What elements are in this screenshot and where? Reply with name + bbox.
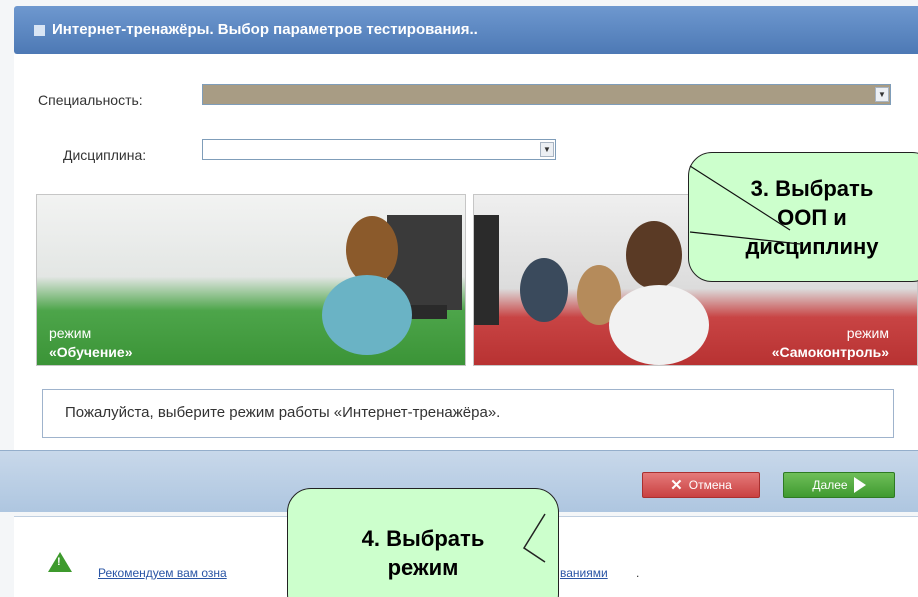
shirt-shape [322,275,412,355]
chevron-down-icon[interactable]: ▼ [540,142,554,157]
callout-step3: 3. Выбрать ООП и дисциплину [688,152,918,282]
cancel-label: Отмена [688,478,732,492]
callout-step3-line2: ООП и [777,205,847,230]
discipline-label: Дисциплина: [63,147,147,163]
mode-learning-title: «Обучение» [49,344,133,360]
next-button[interactable]: Далее [783,472,895,498]
mode-learning-prefix: режим [49,325,92,341]
discipline-select[interactable]: ▼ [202,139,556,160]
callout-step3-line1: 3. Выбрать [750,176,874,201]
callout-step4-line2: режим [387,555,459,580]
chevron-down-icon[interactable]: ▼ [875,87,889,102]
recommendation-link-end[interactable]: ваниями [560,566,608,580]
test-params-dialog: Интернет-тренажёры. Выбор параметров тес… [0,0,918,597]
cancel-button[interactable]: ✕ Отмена [642,472,760,498]
shirt-shape [609,285,709,365]
hair-shape [346,216,398,284]
callout-step4-line1: 4. Выбрать [361,526,485,551]
specialty-label: Специальность: [38,92,143,108]
close-icon: ✕ [670,477,683,494]
callout-step4: 4. Выбрать режим [287,488,559,597]
callout-step3-line3: дисциплину [745,234,879,259]
square-icon [34,25,45,36]
student-photo [322,215,462,355]
person-head-shape [626,221,682,289]
mode-self-control-title: «Самоконтроль» [771,344,889,360]
recommendation-dot: . [636,566,640,580]
mode-hint-text: Пожалуйста, выберите режим работы «Интер… [65,404,501,421]
mode-learning-card[interactable]: режим «Обучение» [36,194,466,366]
mode-self-control-prefix: режим [846,325,889,341]
monitor-shape [474,215,499,325]
window-title: Интернет-тренажёры. Выбор параметров тес… [52,21,478,38]
recommendation-link[interactable]: Рекомендуем вам озна [98,566,227,580]
specialty-select[interactable]: ▼ [202,84,891,105]
person-shape [520,258,568,322]
mode-hint-box: Пожалуйста, выберите режим работы «Интер… [42,389,894,438]
window-titlebar: Интернет-тренажёры. Выбор параметров тес… [14,6,918,54]
exclamation-mark: ! [57,556,61,568]
play-icon [853,477,866,493]
next-label: Далее [812,478,848,492]
